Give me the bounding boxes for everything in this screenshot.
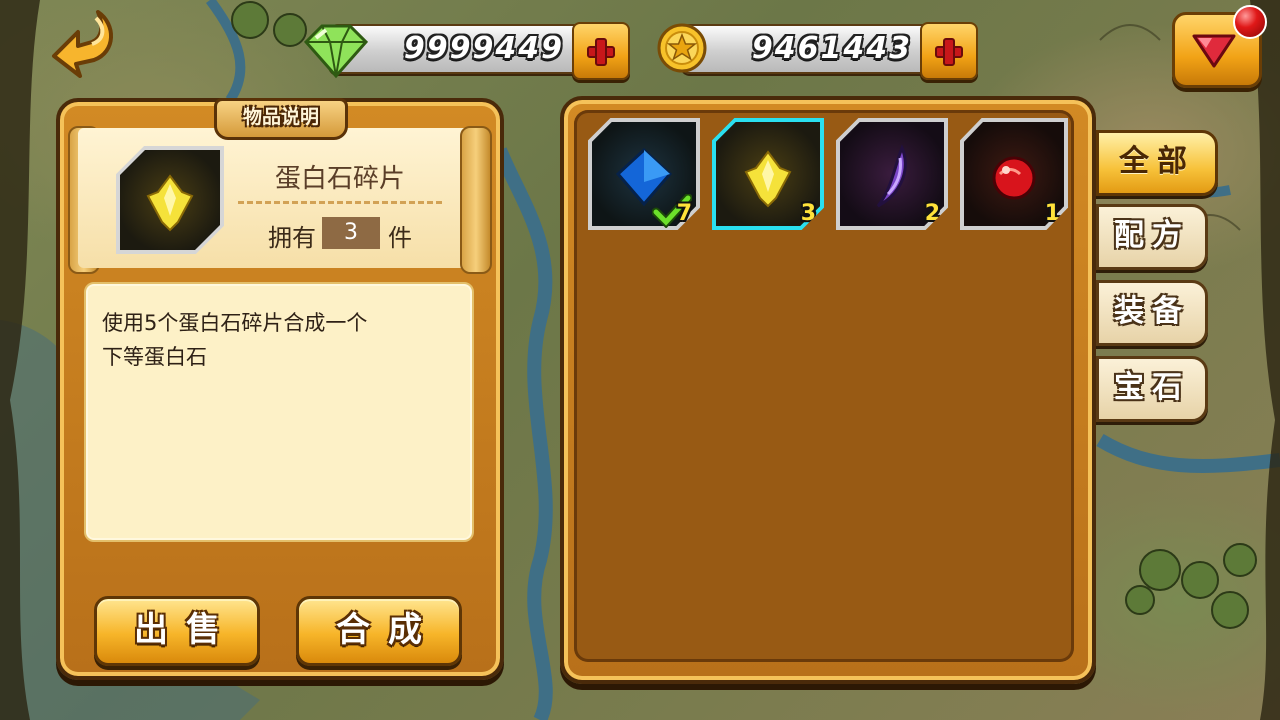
gem-amount: 9999449 xyxy=(403,31,564,66)
inventory-slot-red-orb[interactable]: 1 xyxy=(960,118,1068,230)
own-unit: 件 xyxy=(388,224,412,252)
back-button[interactable] xyxy=(50,8,120,80)
add-coins-button[interactable] xyxy=(920,22,978,80)
name-divider xyxy=(238,201,442,204)
opal-shard-icon xyxy=(146,174,194,232)
own-count: 3 xyxy=(322,217,380,249)
tab-gem[interactable]: 宝石 xyxy=(1096,356,1208,422)
item-name: 蛋白石碎片 xyxy=(274,164,405,194)
description-line-2: 下等蛋白石 xyxy=(102,345,207,369)
tab-all[interactable]: 全部 xyxy=(1096,130,1218,196)
craft-button[interactable]: 合成 xyxy=(296,596,462,666)
gold-coin-star-icon xyxy=(656,22,708,74)
coin-counter: 9461443 xyxy=(680,22,978,80)
back-arrow-icon xyxy=(52,10,113,78)
description-line-1: 使用5个蛋白石碎片合成一个 xyxy=(102,311,368,335)
inventory-slot-blue-gem[interactable]: 7 xyxy=(588,118,700,230)
sell-button[interactable]: 出售 xyxy=(94,596,260,666)
coin-amount: 9461443 xyxy=(751,31,912,66)
scroll-right-end xyxy=(460,126,492,274)
inventory-slot-purple-fang[interactable]: 2 xyxy=(836,118,948,230)
tab-recipe[interactable]: 配方 xyxy=(1096,204,1208,270)
item-description: 使用5个蛋白石碎片合成一个 下等蛋白石 xyxy=(102,306,442,374)
own-label: 拥有 xyxy=(268,224,316,252)
add-gems-button[interactable] xyxy=(572,22,630,80)
selected-item-frame xyxy=(116,146,224,254)
gem-counter: 9999449 xyxy=(328,22,630,80)
shop-button[interactable] xyxy=(1172,5,1267,88)
notification-dot xyxy=(1233,5,1267,39)
inventory-slot-opal-shard[interactable]: 3 xyxy=(712,118,824,230)
tab-equipment[interactable]: 装备 xyxy=(1096,280,1208,346)
green-diamond-icon xyxy=(300,20,370,80)
panel-title: 物品说明 xyxy=(214,98,348,140)
